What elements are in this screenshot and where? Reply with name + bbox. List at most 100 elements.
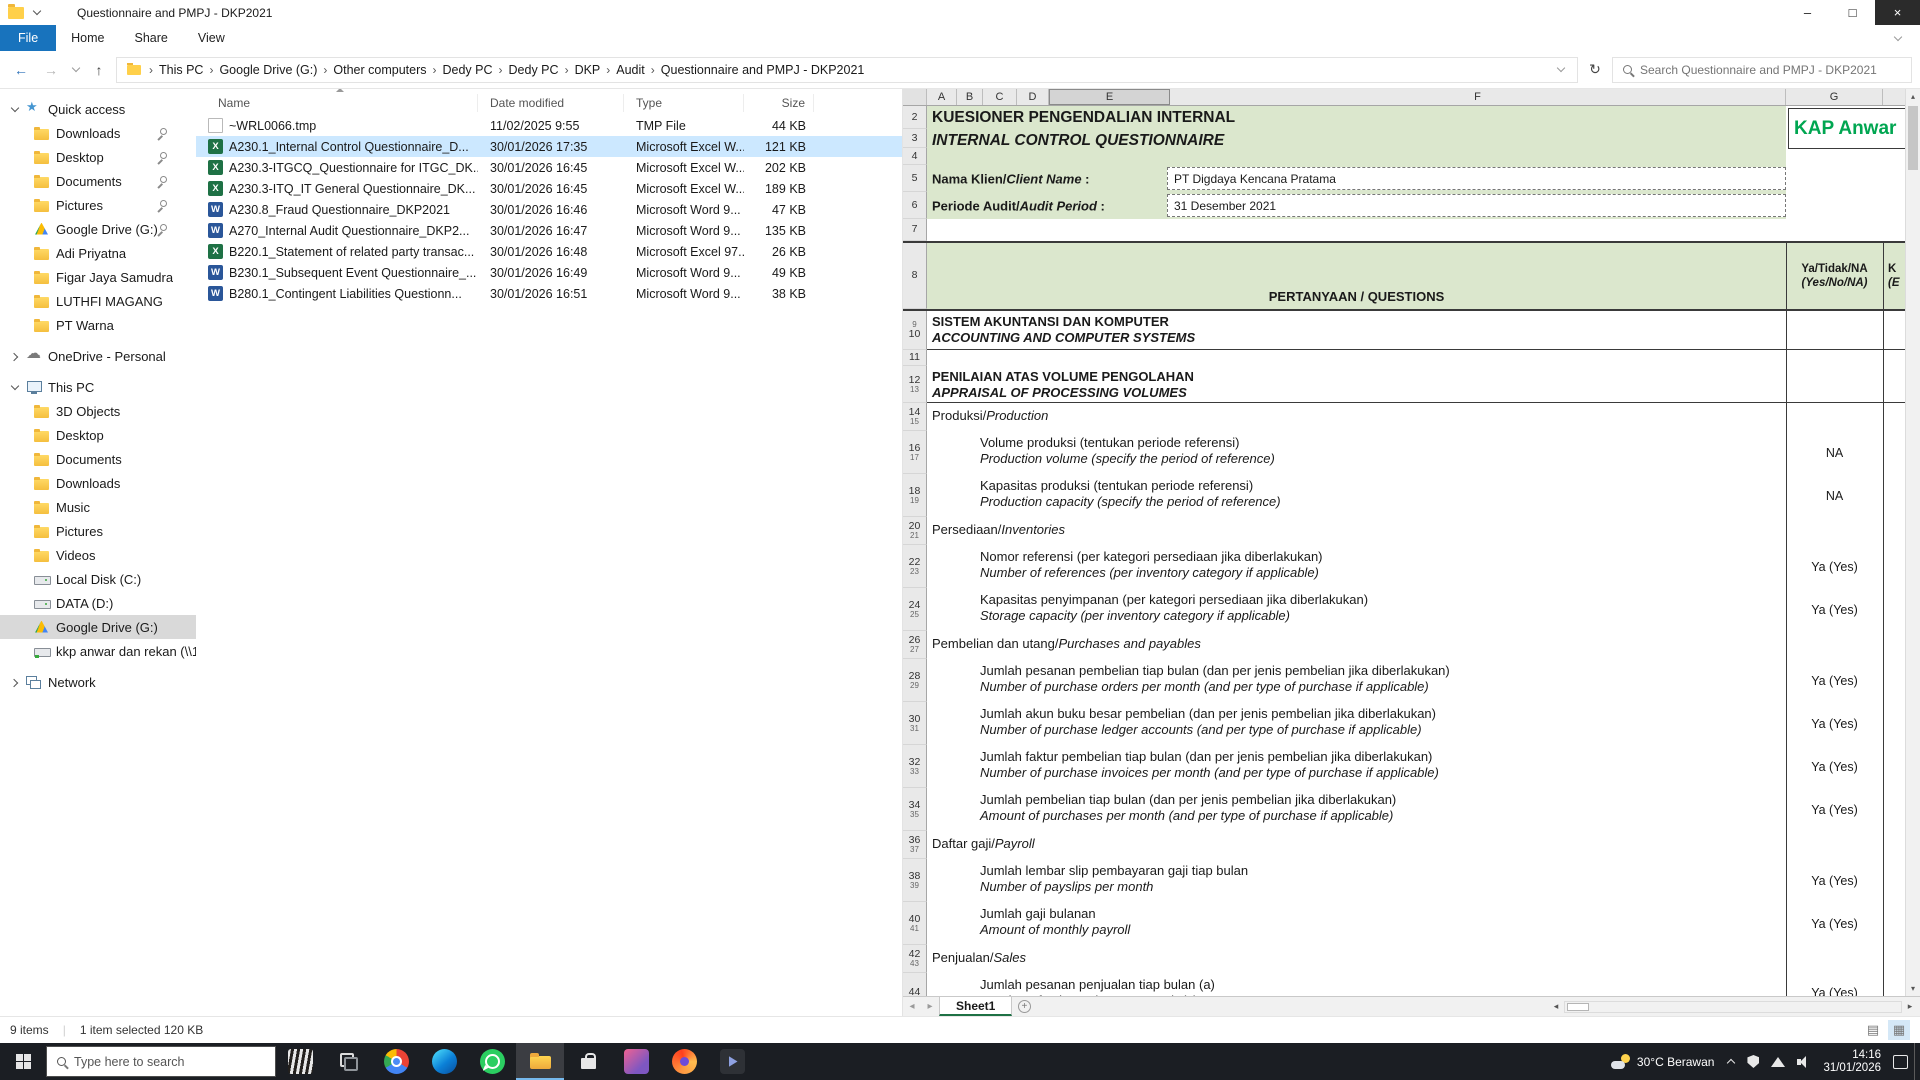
file-row[interactable]: A230.3-ITQ_IT General Questionnaire_DK..… xyxy=(196,178,902,199)
refresh-button[interactable]: ↻ xyxy=(1582,58,1608,82)
thumbnail-view-button[interactable]: ▦ xyxy=(1888,1020,1910,1040)
col-header-G[interactable]: G xyxy=(1786,89,1883,105)
address-box[interactable]: ›This PC›Google Drive (G:)›Other compute… xyxy=(116,57,1578,83)
weather-widget[interactable]: 30°C Berawan xyxy=(1611,1054,1715,1069)
col-header-A[interactable]: A xyxy=(927,89,957,105)
column-header-date[interactable]: Date modified xyxy=(478,94,624,112)
sidebar-item[interactable]: Desktop xyxy=(0,423,196,447)
maximize-button[interactable]: □ xyxy=(1830,0,1875,25)
scroll-right-icon[interactable]: ▸ xyxy=(1902,1001,1918,1012)
breadcrumb-segment[interactable]: Audit xyxy=(610,63,651,77)
file-row[interactable]: B220.1_Statement of related party transa… xyxy=(196,241,902,262)
sidebar-item[interactable]: Videos xyxy=(0,543,196,567)
explorer-search-box[interactable] xyxy=(1612,57,1912,83)
select-all-corner[interactable] xyxy=(903,89,927,105)
list-view-button[interactable]: ▤ xyxy=(1862,1020,1884,1040)
chevron-right-icon[interactable] xyxy=(10,678,19,687)
sidebar-item[interactable]: Pictures xyxy=(0,193,196,217)
sidebar-item[interactable]: Downloads xyxy=(0,121,196,145)
sidebar-item[interactable]: LUTHFI MAGANG xyxy=(0,289,196,313)
sidebar-item[interactable]: Music xyxy=(0,495,196,519)
hidden-icons-chevron-icon[interactable] xyxy=(1726,1057,1735,1066)
taskbar-clock[interactable]: 14:16 31/01/2026 xyxy=(1823,1049,1881,1075)
sidebar-item[interactable]: Documents xyxy=(0,169,196,193)
file-menu-button[interactable]: File xyxy=(0,25,56,51)
breadcrumb-segment[interactable]: Google Drive (G:) xyxy=(213,63,323,77)
close-button[interactable]: × xyxy=(1875,0,1920,25)
breadcrumb-segment[interactable]: Dedy PC xyxy=(437,63,499,77)
horizontal-scrollbar-thumb[interactable] xyxy=(1567,1003,1589,1011)
up-button[interactable]: ↑ xyxy=(86,58,112,82)
preview-vertical-scrollbar[interactable]: ▴ ▾ xyxy=(1905,89,1920,996)
sidebar-item[interactable]: kkp anwar dan rekan (\\1 xyxy=(0,639,196,663)
edge-icon[interactable] xyxy=(420,1043,468,1080)
recent-locations-icon[interactable] xyxy=(68,58,82,82)
breadcrumb-segment[interactable]: This PC xyxy=(153,63,209,77)
col-header-F[interactable]: F xyxy=(1170,89,1786,105)
file-row[interactable]: B230.1_Subsequent Event Questionnaire_..… xyxy=(196,262,902,283)
column-header-type[interactable]: Type xyxy=(624,94,744,112)
col-header-E[interactable]: E xyxy=(1049,89,1170,105)
scroll-up-icon[interactable]: ▴ xyxy=(1906,89,1920,104)
scroll-left-icon[interactable]: ◂ xyxy=(1548,1001,1564,1012)
tab-share[interactable]: Share xyxy=(120,25,183,51)
sidebar-item[interactable]: Google Drive (G:) xyxy=(0,615,196,639)
col-header-B[interactable]: B xyxy=(957,89,983,105)
column-header-size[interactable]: Size xyxy=(744,94,814,112)
breadcrumb-segment[interactable]: Other computers xyxy=(327,63,432,77)
taskbar-search[interactable]: Type here to search xyxy=(46,1046,276,1077)
sidebar-item[interactable]: Documents xyxy=(0,447,196,471)
start-button[interactable] xyxy=(0,1043,46,1080)
store-icon[interactable] xyxy=(564,1043,612,1080)
file-row[interactable]: B280.1_Contingent Liabilities Questionn.… xyxy=(196,283,902,304)
add-sheet-button[interactable]: + xyxy=(1012,997,1036,1016)
col-header-D[interactable]: D xyxy=(1017,89,1049,105)
volume-icon[interactable] xyxy=(1797,1056,1811,1068)
file-row[interactable]: A230.8_Fraud Questionnaire_DKP202130/01/… xyxy=(196,199,902,220)
sidebar-section-network[interactable]: Network xyxy=(0,670,196,694)
sheet-prev-icon[interactable]: ◂ xyxy=(903,997,921,1016)
chevron-down-icon[interactable] xyxy=(10,383,19,392)
expand-ribbon-icon[interactable] xyxy=(1875,25,1920,51)
show-desktop-button[interactable] xyxy=(1914,1043,1920,1080)
sidebar-item[interactable]: Figar Jaya Samudra xyxy=(0,265,196,289)
column-header-name[interactable]: Name xyxy=(206,94,478,112)
col-header-C[interactable]: C xyxy=(983,89,1017,105)
sidebar-section-quick-access[interactable]: Quick access xyxy=(0,97,196,121)
forward-button[interactable]: → xyxy=(38,58,64,82)
sidebar-item[interactable]: DATA (D:) xyxy=(0,591,196,615)
breadcrumb-segment[interactable]: Dedy PC xyxy=(503,63,565,77)
preview-horizontal-scrollbar[interactable]: ◂ ▸ xyxy=(1548,997,1918,1016)
breadcrumb-segment[interactable]: Questionnaire and PMPJ - DKP2021 xyxy=(655,63,871,77)
file-row[interactable]: A230.3-ITGCQ_Questionnaire for ITGC_DK..… xyxy=(196,157,902,178)
sidebar-section-this-pc[interactable]: This PC xyxy=(0,375,196,399)
chrome-icon[interactable] xyxy=(372,1043,420,1080)
zebra-app-icon[interactable] xyxy=(276,1043,324,1080)
address-dropdown-icon[interactable] xyxy=(1548,62,1573,77)
vertical-scrollbar-thumb[interactable] xyxy=(1908,106,1918,170)
sheet-tab-sheet1[interactable]: Sheet1 xyxy=(939,997,1012,1016)
chevron-right-icon[interactable] xyxy=(10,352,19,361)
tab-home[interactable]: Home xyxy=(56,25,119,51)
scroll-down-icon[interactable]: ▾ xyxy=(1906,981,1920,996)
network-icon[interactable] xyxy=(1771,1057,1785,1067)
sidebar-item[interactable]: Adi Priyatna xyxy=(0,241,196,265)
file-row[interactable]: ~WRL0066.tmp11/02/2025 9:55TMP File44 KB xyxy=(196,115,902,136)
tab-view[interactable]: View xyxy=(183,25,240,51)
sheet-next-icon[interactable]: ▸ xyxy=(921,997,939,1016)
whatsapp-icon[interactable] xyxy=(468,1043,516,1080)
breadcrumb-segment[interactable]: DKP xyxy=(569,63,607,77)
task-view-button[interactable] xyxy=(324,1043,372,1080)
sidebar-item[interactable]: Local Disk (C:) xyxy=(0,567,196,591)
minimize-button[interactable]: – xyxy=(1785,0,1830,25)
back-button[interactable]: ← xyxy=(8,58,34,82)
file-row[interactable]: A230.1_Internal Control Questionnaire_D.… xyxy=(196,136,902,157)
firefox-icon[interactable] xyxy=(660,1043,708,1080)
sidebar-item[interactable]: 3D Objects xyxy=(0,399,196,423)
sidebar-item[interactable]: Desktop xyxy=(0,145,196,169)
sidebar-item[interactable]: Pictures xyxy=(0,519,196,543)
chevron-down-icon[interactable] xyxy=(10,105,19,114)
explorer-window-icon[interactable] xyxy=(8,7,24,19)
security-shield-icon[interactable] xyxy=(1747,1055,1759,1068)
sidebar-item[interactable]: PT Warna xyxy=(0,313,196,337)
